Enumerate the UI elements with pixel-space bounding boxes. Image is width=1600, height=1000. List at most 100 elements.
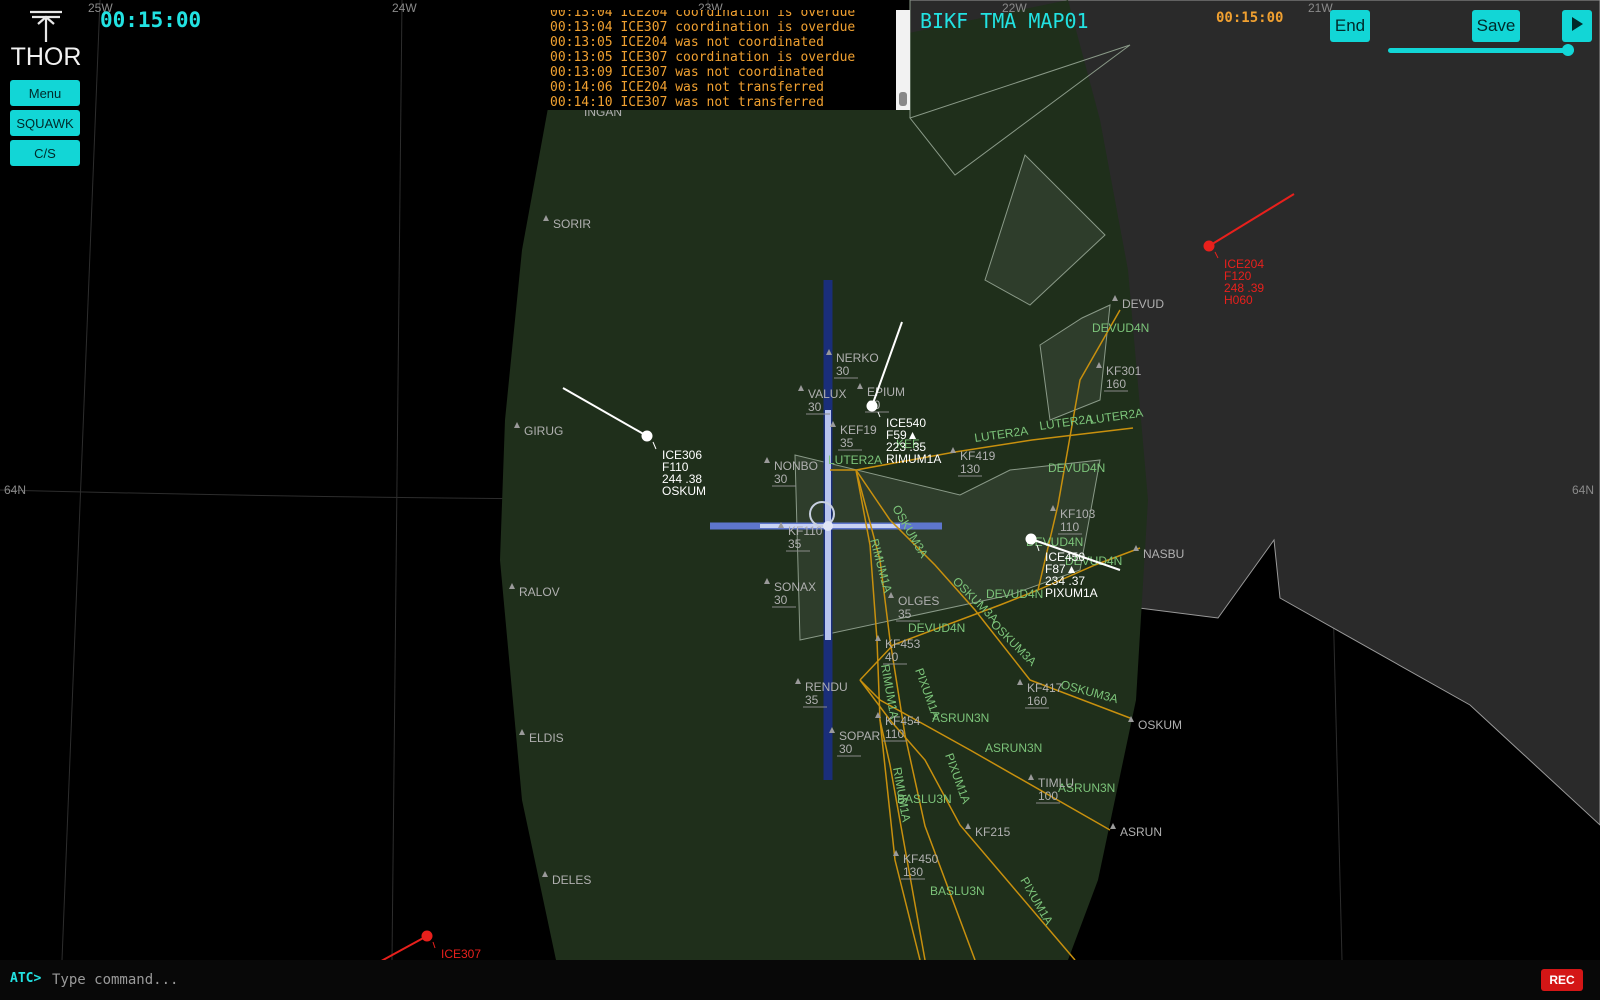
play-button[interactable] bbox=[1562, 10, 1592, 42]
thor-logo: THOR bbox=[10, 8, 82, 70]
fix-name: SORIR bbox=[553, 217, 591, 231]
aircraft-position-symbol[interactable] bbox=[641, 430, 653, 442]
fix-name: KF103 bbox=[1060, 507, 1096, 521]
route-label: DEVUD4N bbox=[908, 621, 965, 635]
aircraft-destination[interactable]: PIXUM1A bbox=[1045, 586, 1098, 600]
log-line: 00:13:09 ICE307 was not coordinated bbox=[550, 65, 824, 80]
fix-name: NONBO bbox=[774, 459, 818, 473]
fix-name: GIRUG bbox=[524, 424, 563, 438]
fix-name: RENDU bbox=[805, 680, 848, 694]
logo-text: THOR bbox=[10, 43, 82, 71]
route-label: ASRUN3N bbox=[932, 711, 989, 725]
fix-altitude: 35 bbox=[805, 693, 819, 707]
recording-badge: REC bbox=[1541, 969, 1583, 991]
fix-name: OSKUM bbox=[1138, 718, 1182, 732]
fix-name: NASBU bbox=[1143, 547, 1184, 561]
log-line: 00:13:05 ICE204 was not coordinated bbox=[550, 35, 824, 50]
command-bar: ATC> bbox=[0, 960, 1600, 1000]
thor-hammer-icon bbox=[30, 10, 62, 42]
fix-name: DELES bbox=[552, 873, 591, 887]
route-label: DEVUD4N bbox=[986, 587, 1043, 601]
grid-label-lat: 64N bbox=[4, 483, 26, 497]
aircraft-position-symbol[interactable] bbox=[866, 400, 878, 412]
fix-altitude: 35 bbox=[788, 537, 802, 551]
aircraft-position-symbol[interactable] bbox=[421, 930, 433, 942]
fix-altitude: 40 bbox=[885, 650, 899, 664]
log-line: 00:13:05 ICE307 coordination is overdue bbox=[550, 50, 856, 65]
fix-asrun: ASRUN bbox=[1110, 823, 1162, 839]
fix-name: KF454 bbox=[885, 714, 921, 728]
route-label: DEVUD4N bbox=[1092, 321, 1149, 335]
route-label: ASRUN3N bbox=[985, 741, 1042, 755]
fix-name: KF417 bbox=[1027, 681, 1063, 695]
aircraft-destination[interactable]: OSKUM bbox=[662, 484, 706, 498]
fix-name: VALUX bbox=[808, 387, 846, 401]
log-line: 00:14:06 ICE204 was not transferred bbox=[550, 80, 824, 95]
squawk-button[interactable]: SQUAWK bbox=[10, 110, 80, 136]
fix-altitude: 110 bbox=[885, 727, 904, 741]
command-input[interactable] bbox=[50, 966, 1454, 994]
fix-name: KF215 bbox=[975, 825, 1011, 839]
fix-altitude: 30 bbox=[808, 400, 822, 414]
playback-slider[interactable] bbox=[1388, 44, 1580, 56]
event-log-scrollbar[interactable] bbox=[896, 10, 910, 110]
fix-altitude: 100 bbox=[1038, 789, 1058, 803]
event-log-lines: 00:13:04 ICE204 coordination is overdue 0… bbox=[550, 10, 886, 110]
aircraft-destination[interactable]: RIMUM1A bbox=[886, 452, 941, 466]
fix-name: EPIUM bbox=[867, 385, 905, 399]
fix-altitude: 110 bbox=[1060, 520, 1079, 534]
fix-oskum: OSKUM bbox=[1128, 716, 1182, 732]
fix-name: KF419 bbox=[960, 449, 996, 463]
aircraft-position-symbol[interactable] bbox=[1203, 240, 1215, 252]
aircraft-destination[interactable]: H060 bbox=[1224, 293, 1253, 307]
fix-name: ASRUN bbox=[1120, 825, 1162, 839]
menu-button[interactable]: Menu bbox=[10, 80, 80, 106]
route-label: BASLU3N bbox=[897, 792, 952, 806]
playback-slider-track[interactable] bbox=[1388, 48, 1574, 53]
fix-name: SONAX bbox=[774, 580, 816, 594]
fix-name: KF301 bbox=[1106, 364, 1142, 378]
fix-altitude: 30 bbox=[839, 742, 853, 756]
fix-altitude: 35 bbox=[898, 607, 912, 621]
fix-name: ELDIS bbox=[529, 731, 564, 745]
map-title: BIKF TMA MAP01 bbox=[920, 9, 1089, 33]
route-label: DEVUD4N bbox=[1048, 461, 1105, 475]
fix-name: KF450 bbox=[903, 852, 939, 866]
fix-name: DEVUD bbox=[1122, 297, 1164, 311]
fix-name: RALOV bbox=[519, 585, 560, 599]
event-log[interactable]: 00:13:04 ICE204 coordination is overdue 0… bbox=[546, 10, 910, 110]
playback-clock: 00:15:00 bbox=[1216, 10, 1284, 26]
fix-altitude: 30 bbox=[836, 364, 850, 378]
event-log-scroll-thumb[interactable] bbox=[899, 92, 907, 106]
log-line: 00:13:04 ICE204 coordination is overdue bbox=[550, 10, 856, 20]
radar-map[interactable]: DEVUD4NLUTER2ALUTER2ALUTER2ALUTER2ADEVUD… bbox=[0, 0, 1600, 1000]
fix-altitude: 130 bbox=[903, 865, 923, 879]
fix-altitude: 160 bbox=[1027, 694, 1047, 708]
save-button[interactable]: Save bbox=[1472, 10, 1520, 42]
fix-name: KF453 bbox=[885, 637, 921, 651]
playback-slider-handle[interactable] bbox=[1562, 44, 1575, 56]
grid-label-top: 24W bbox=[392, 1, 417, 15]
fix-altitude: 30 bbox=[774, 472, 788, 486]
fix-altitude: 30 bbox=[774, 593, 788, 607]
fix-name: TIMLU bbox=[1038, 776, 1074, 790]
fix-name: NERKO bbox=[836, 351, 879, 365]
simulation-clock: 00:15:00 bbox=[100, 8, 202, 32]
callsign-button[interactable]: C/S bbox=[10, 140, 80, 166]
fix-name: KF110 bbox=[788, 524, 823, 538]
play-icon bbox=[1572, 16, 1583, 31]
fix-name: SOPAR bbox=[839, 729, 880, 743]
log-line: 00:13:04 ICE307 coordination is overdue bbox=[550, 20, 856, 35]
aircraft-position-symbol[interactable] bbox=[1025, 533, 1037, 545]
label-leader bbox=[432, 941, 436, 949]
fix-altitude: 130 bbox=[960, 462, 980, 476]
fix-altitude: 160 bbox=[1106, 377, 1126, 391]
route-label: BASLU3N bbox=[930, 884, 985, 898]
command-prompt: ATC> bbox=[10, 971, 42, 986]
fix-name: KEF19 bbox=[840, 423, 877, 437]
grid-label-lat: 64N bbox=[1572, 483, 1594, 497]
fix-name: OLGES bbox=[898, 594, 939, 608]
log-line: 00:14:10 ICE307 was not transferred bbox=[550, 95, 824, 110]
route-label: LUTER2A bbox=[828, 453, 882, 467]
end-button[interactable]: End bbox=[1330, 10, 1370, 42]
